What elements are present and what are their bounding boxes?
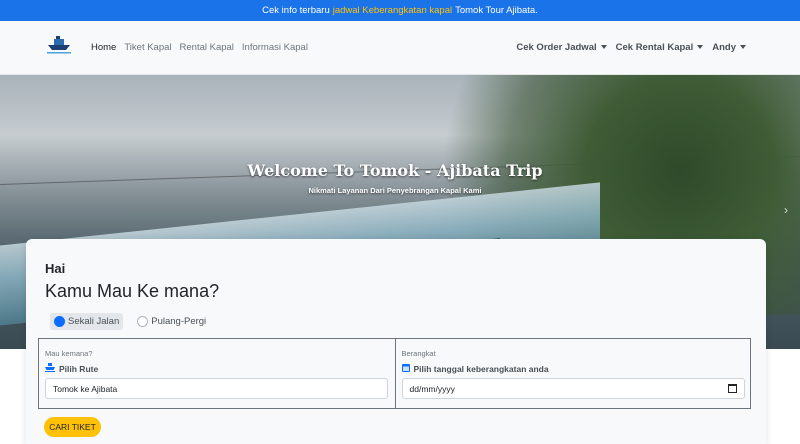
depart-field: Berangkat Pilih tanggal keberangkatan an…: [394, 339, 751, 408]
search-form: Mau kemana? Pilih Rute Tomok ke Ajibata …: [38, 338, 751, 409]
nav-tiket-kapal[interactable]: Tiket Kapal: [124, 42, 171, 53]
route-select-value: Tomok ke Ajibata: [53, 383, 118, 394]
radio-pulang-pergi[interactable]: Pulang-Pergi: [133, 313, 210, 330]
route-select[interactable]: Tomok ke Ajibata: [45, 378, 388, 399]
radio-checked-icon: [54, 316, 65, 327]
user-menu-dropdown[interactable]: Andy: [712, 42, 746, 53]
date-input[interactable]: dd/mm/yyyy: [401, 378, 745, 399]
radio-sekali-jalan-label: Sekali Jalan: [68, 316, 120, 327]
search-card: Hai Kamu Mau Ke mana? Sekali Jalan Pulan…: [26, 239, 766, 444]
navbar: Home Tiket Kapal Rental Kapal Informasi …: [0, 21, 800, 75]
chevron-down-icon: [697, 45, 704, 50]
calendar-icon: [401, 363, 410, 374]
date-input-placeholder: dd/mm/yyyy: [409, 383, 455, 394]
schedule-link[interactable]: jadwal Keberangkatan kapal: [333, 5, 452, 16]
cek-order-jadwal-dropdown[interactable]: Cek Order Jadwal: [516, 42, 607, 53]
user-name: Andy: [712, 42, 736, 53]
main-nav: Home Tiket Kapal Rental Kapal Informasi …: [91, 42, 308, 53]
announcement-prefix: Cek info terbaru: [262, 5, 330, 16]
hero-subtitle: Nikmati Layanan Dari Penyebrangan Kapal …: [308, 186, 482, 195]
brand-logo[interactable]: [44, 33, 74, 57]
radio-unchecked-icon: [137, 316, 149, 327]
destination-field: Mau kemana? Pilih Rute Tomok ke Ajibata: [39, 339, 395, 408]
announcement-suffix: Tomok Tour Ajibata.: [455, 5, 538, 16]
hero-title: Welcome To Tomok - Ajibata Trip: [247, 161, 543, 180]
route-label: Pilih Rute: [59, 363, 99, 374]
depart-label: Berangkat: [401, 349, 436, 358]
cek-rental-kapal-label: Cek Rental Kapal: [615, 42, 694, 53]
destination-label: Mau kemana?: [45, 349, 93, 358]
account-nav: Cek Order Jadwal Cek Rental Kapal Andy: [516, 42, 746, 53]
cek-rental-kapal-dropdown[interactable]: Cek Rental Kapal: [616, 42, 704, 53]
nav-home[interactable]: Home: [91, 42, 116, 53]
announcement-bar: Cek info terbaru jadwal Keberangkatan ka…: [0, 0, 800, 21]
ship-icon: [45, 363, 55, 374]
search-question: Kamu Mau Ke mana?: [45, 281, 220, 301]
greeting: Hai: [45, 261, 66, 276]
nav-rental-kapal[interactable]: Rental Kapal: [180, 42, 234, 53]
date-label: Pilih tanggal keberangkatan anda: [413, 363, 549, 374]
radio-sekali-jalan[interactable]: Sekali Jalan: [50, 313, 124, 330]
date-picker-icon[interactable]: [727, 384, 737, 393]
radio-pulang-pergi-label: Pulang-Pergi: [151, 316, 207, 327]
nav-informasi-kapal[interactable]: Informasi Kapal: [242, 42, 308, 53]
trip-type-group: Sekali Jalan Pulang-Pergi: [50, 313, 210, 330]
cari-tiket-button[interactable]: CARI TIKET: [44, 417, 101, 437]
date-label-row: Pilih tanggal keberangkatan anda: [401, 363, 549, 374]
carousel-next-icon[interactable]: ›: [784, 203, 792, 217]
cek-order-jadwal-label: Cek Order Jadwal: [516, 42, 597, 53]
chevron-down-icon: [600, 45, 607, 50]
route-label-row: Pilih Rute: [45, 363, 98, 374]
chevron-down-icon: [740, 45, 746, 50]
